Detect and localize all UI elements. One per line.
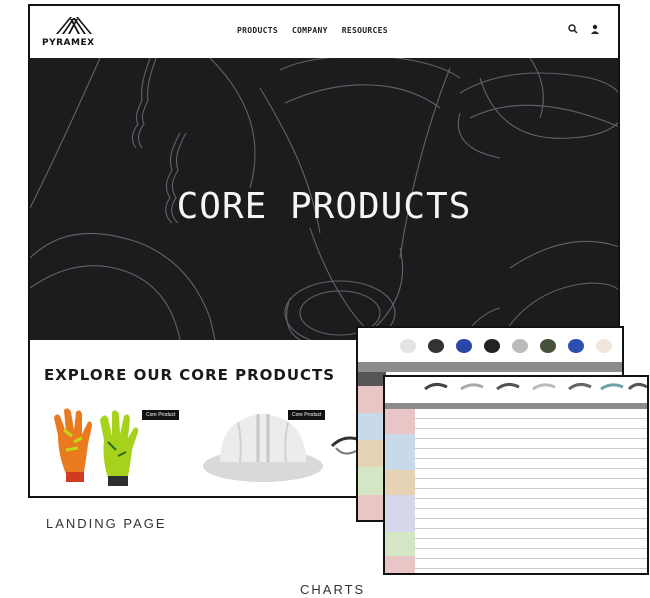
nav-item-company[interactable]: COMPANY — [292, 26, 328, 35]
user-icon[interactable] — [590, 24, 600, 34]
landing-page-caption: LANDING PAGE — [46, 516, 167, 531]
glove-product-image[interactable] — [44, 400, 164, 490]
hero-banner: CORE PRODUCTS — [30, 58, 618, 340]
logo-text: PYRAMEX — [42, 38, 95, 48]
nav-icons — [568, 24, 600, 34]
charts-caption: CHARTS — [300, 582, 366, 597]
eyewear-chart-sheet — [383, 375, 649, 575]
eyewear-images-row — [385, 377, 647, 399]
explore-title: EXPLORE OUR CORE PRODUCTS — [44, 366, 336, 384]
hero-title: CORE PRODUCTS — [176, 186, 472, 227]
nav-item-products[interactable]: PRODUCTS — [237, 26, 278, 35]
search-icon[interactable] — [568, 24, 578, 34]
pyramex-logo-mark-icon — [56, 17, 92, 34]
hard-hat-product-image[interactable] — [198, 400, 328, 490]
top-navigation: PYRAMEX PRODUCTS COMPANY RESOURCES — [30, 6, 618, 58]
main-menu: PRODUCTS COMPANY RESOURCES — [237, 26, 388, 35]
nav-item-resources[interactable]: RESOURCES — [342, 26, 388, 35]
hardhat-images-row — [358, 328, 622, 358]
pyramex-logo[interactable]: PYRAMEX — [42, 14, 106, 52]
